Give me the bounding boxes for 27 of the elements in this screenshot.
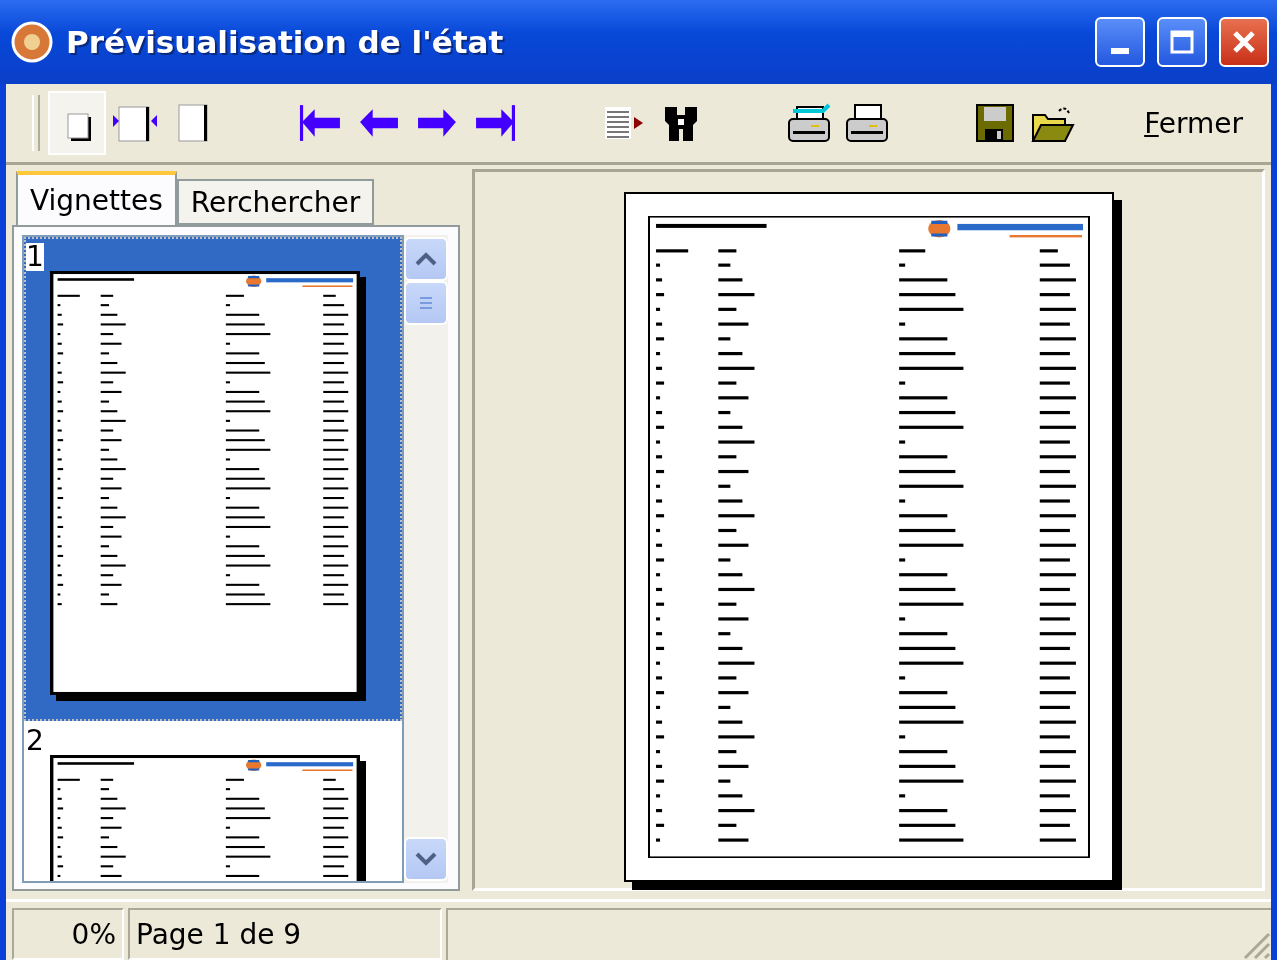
grip-lines-icon xyxy=(418,295,434,311)
app-icon xyxy=(10,20,54,64)
scroll-up-button[interactable] xyxy=(404,237,448,281)
maximize-icon xyxy=(1168,28,1196,56)
printer-setup-icon xyxy=(785,101,833,145)
page-number: 2 xyxy=(26,727,44,755)
printer-icon xyxy=(843,101,891,145)
page-indicator: Page 1 de 9 xyxy=(128,908,442,960)
minimize-button[interactable] xyxy=(1095,17,1145,67)
maximize-button[interactable] xyxy=(1157,17,1207,67)
chevron-up-icon xyxy=(415,252,437,266)
toolbar-grip[interactable] xyxy=(32,95,40,151)
chevron-down-icon xyxy=(415,852,437,866)
minimize-icon xyxy=(1111,48,1129,54)
tab[interactable]: Vignettes xyxy=(16,171,177,225)
scroll-down-button[interactable] xyxy=(404,837,448,881)
view-mode-button[interactable] xyxy=(48,91,106,155)
window-title: Prévisualisation de l'état xyxy=(66,24,505,60)
page-thumbnail[interactable]: 1 xyxy=(24,237,402,721)
scrollbar[interactable] xyxy=(404,235,448,883)
close-preview-button[interactable]: Fermer xyxy=(1142,102,1245,144)
page-number: 1 xyxy=(26,243,44,271)
progress-text: 0% xyxy=(12,908,124,960)
close-button[interactable] xyxy=(1219,17,1269,67)
scroll-thumb[interactable] xyxy=(404,281,448,325)
page-width-icon xyxy=(111,103,159,143)
tab[interactable]: Rerchercher xyxy=(176,179,375,225)
